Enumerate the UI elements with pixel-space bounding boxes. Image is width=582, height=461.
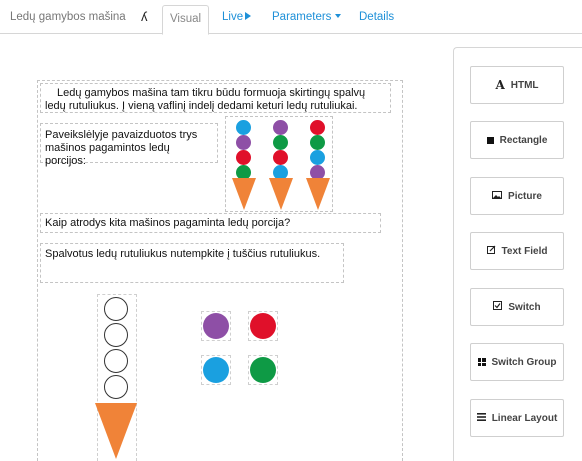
portion-scoop-green (273, 135, 288, 150)
empty-scoop-slot[interactable] (104, 323, 128, 347)
draggable-ball-blue[interactable] (201, 355, 231, 385)
palette-linear-layout-button[interactable]: Linear Layout (470, 399, 564, 437)
empty-scoop-slot[interactable] (104, 375, 128, 399)
palette-text-field-label: Text Field (501, 245, 548, 257)
play-icon (245, 12, 252, 20)
palette-switch-group-label: Switch Group (491, 356, 557, 368)
project-title: Ledų gamybos mašina (10, 11, 126, 23)
lambda-icon[interactable]: ʎ (141, 9, 148, 24)
chevron-down-icon (335, 14, 342, 18)
intro-text: Ledų gamybos mašina tam tikru būdu formu… (45, 87, 366, 112)
palette-switch-button[interactable]: Switch (470, 288, 564, 326)
instruction-text: Spalvotus ledų rutuliukus nutempkite į t… (45, 248, 321, 260)
picture-caption: Paveikslėlyje pavaizduotos trys mašinos … (45, 129, 198, 167)
ball-red (250, 313, 276, 339)
portion-scoop-blue (310, 150, 325, 165)
palette-picture-label: Picture (508, 190, 542, 202)
rectangle-icon (486, 136, 494, 144)
question-block[interactable]: Kaip atrodys kita mašinos pagaminta ledų… (40, 213, 381, 233)
draggable-ball-red[interactable] (248, 311, 278, 341)
empty-scoop-slot[interactable] (104, 297, 128, 321)
palette-picture-button[interactable]: Picture (470, 177, 564, 215)
palette-rectangle-button[interactable]: Rectangle (470, 121, 564, 159)
intro-text-block[interactable]: Ledų gamybos mašina tam tikru būdu formu… (40, 83, 391, 113)
palette-html-button[interactable]: A HTML (470, 66, 564, 104)
palette-switch-label: Switch (508, 301, 541, 313)
portion-scoop-purple (236, 135, 251, 150)
ball-green (250, 357, 276, 383)
tab-live-label: Live (222, 11, 244, 23)
switch-group-icon (477, 358, 486, 366)
text-field-icon (486, 245, 496, 257)
portion-scoop-red (236, 150, 251, 165)
tab-parameters-label: Parameters (272, 11, 332, 23)
portions-picture[interactable] (225, 116, 333, 212)
palette-switch-group-button[interactable]: Switch Group (470, 343, 564, 381)
portion-cone (306, 178, 330, 210)
portion-scoop-red (310, 120, 325, 135)
palette-rectangle-label: Rectangle (499, 134, 548, 146)
portion-cone (269, 178, 293, 210)
question-text: Kaip atrodys kita mašinos pagaminta ledų… (45, 217, 291, 229)
portion-cone (232, 178, 256, 210)
linear-layout-icon (476, 412, 486, 424)
tab-live[interactable]: Live (222, 11, 252, 23)
top-nav: Ledų gamybos mašina ʎ Visual Live Parame… (0, 0, 582, 35)
palette-linear-layout-label: Linear Layout (491, 412, 558, 424)
html-icon: A (495, 78, 505, 92)
picture-caption-block[interactable]: Paveikslėlyje pavaizduotos trys mašinos … (40, 123, 218, 167)
portion-scoop-red (273, 150, 288, 165)
target-cone-shape (95, 403, 137, 459)
switch-icon (493, 301, 503, 313)
picture-icon (492, 190, 503, 202)
empty-scoop-slot[interactable] (104, 349, 128, 373)
palette-text-field-button[interactable]: Text Field (470, 232, 564, 270)
tab-parameters[interactable]: Parameters (272, 11, 342, 23)
tab-visual[interactable]: Visual (162, 5, 209, 35)
tab-details[interactable]: Details (359, 11, 394, 23)
ball-purple (203, 313, 229, 339)
draggable-ball-green[interactable] (248, 355, 278, 385)
portion-scoop-purple (273, 120, 288, 135)
instruction-block[interactable]: Spalvotus ledų rutuliukus nutempkite į t… (40, 243, 344, 283)
portion-scoop-green (310, 135, 325, 150)
draggable-ball-purple[interactable] (201, 311, 231, 341)
ball-blue (203, 357, 229, 383)
portion-scoop-blue (236, 120, 251, 135)
palette-html-label: HTML (510, 79, 539, 91)
